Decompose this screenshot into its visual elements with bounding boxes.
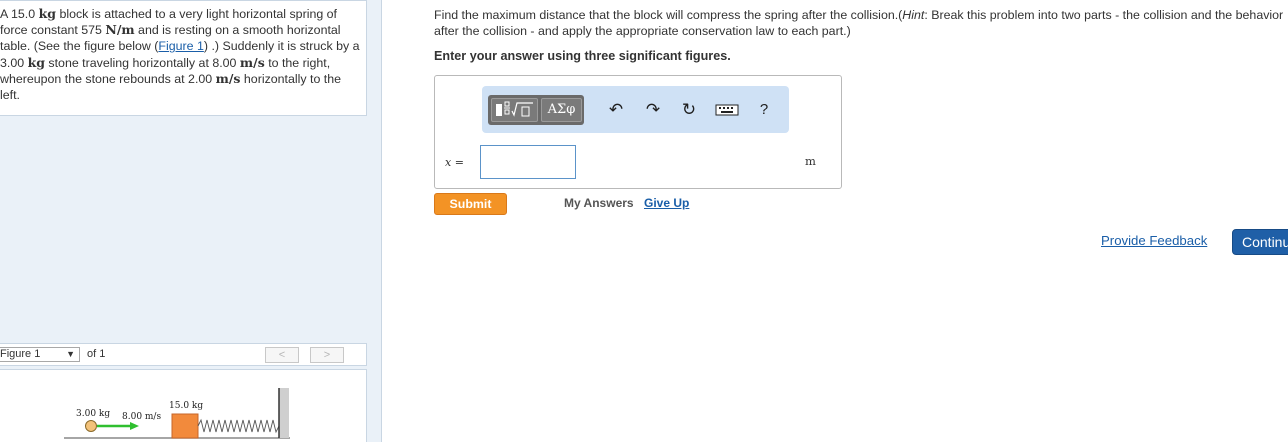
answer-input[interactable] xyxy=(480,145,576,179)
stone-mass-label: 3.00 kg xyxy=(76,409,110,419)
unit-kg: kg xyxy=(27,54,45,70)
hint-label: Hint xyxy=(902,8,925,22)
panel-divider xyxy=(381,0,382,442)
help-icon: ? xyxy=(759,101,769,118)
unit-kg: kg xyxy=(38,6,56,21)
figure-count-label: of 1 xyxy=(87,348,106,360)
keyboard-button[interactable] xyxy=(714,98,740,122)
reset-button[interactable]: ↻ xyxy=(678,98,700,122)
unit-n-per-m: N/m xyxy=(105,22,135,38)
spring xyxy=(197,418,280,434)
submit-button[interactable]: Submit xyxy=(434,193,507,215)
instruction-text: Enter your answer using three significan… xyxy=(434,49,731,63)
equals-sign: = xyxy=(451,156,464,169)
figure-navigation: Figure 1 ▼ of 1 < > xyxy=(0,343,367,366)
figure-select-value: Figure 1 xyxy=(0,348,41,360)
keyboard-icon xyxy=(715,104,739,116)
redo-button[interactable]: ↷ xyxy=(642,98,664,122)
fraction-radical-template-icon xyxy=(496,101,533,117)
give-up-link[interactable]: Give Up xyxy=(644,196,689,210)
block-15kg xyxy=(171,413,199,439)
undo-button[interactable]: ↶ xyxy=(605,98,627,122)
unit-m-per-s: m/s xyxy=(239,54,265,70)
question-text: Find the maximum distance that the block… xyxy=(434,7,1288,39)
math-toolbar: ΑΣφ ↶ ↷ ↻ ? xyxy=(482,86,789,133)
chevron-left-icon: < xyxy=(278,349,286,361)
stone-ball xyxy=(85,420,97,432)
stone-speed-label: 8.00 m/s xyxy=(122,412,161,422)
toolbar-template-group: ΑΣφ xyxy=(488,95,584,125)
question-body: Find the maximum distance that the block… xyxy=(434,8,903,22)
wall xyxy=(279,388,289,438)
problem-text: A 15.0 xyxy=(0,7,39,21)
help-button[interactable]: ? xyxy=(753,98,775,122)
collision-figure: 3.00 kg 8.00 m/s 15.0 kg xyxy=(64,388,290,439)
previous-figure-button[interactable]: < xyxy=(265,347,299,363)
unit-m-per-s: m/s xyxy=(215,70,241,86)
template-button[interactable] xyxy=(491,98,538,122)
figure-link[interactable]: Figure 1 xyxy=(158,39,203,53)
continue-button[interactable]: Continue xyxy=(1232,229,1288,255)
answer-panel: ΑΣφ ↶ ↷ ↻ ? x = m xyxy=(434,75,842,189)
chevron-right-icon: > xyxy=(323,349,331,361)
figure-select[interactable]: Figure 1 ▼ xyxy=(0,347,80,362)
my-answers-link[interactable]: My Answers xyxy=(564,196,634,210)
next-figure-button[interactable]: > xyxy=(310,347,344,363)
reset-icon: ↻ xyxy=(681,100,697,119)
answer-variable-label: x = xyxy=(445,156,464,169)
redo-icon: ↷ xyxy=(645,100,661,119)
block-mass-label: 15.0 kg xyxy=(169,401,203,411)
greek-label: ΑΣφ xyxy=(547,102,576,117)
arrow-head xyxy=(130,422,139,430)
left-panel: A 15.0 kg block is attached to a very li… xyxy=(0,0,382,442)
answer-unit: m xyxy=(805,154,816,168)
figure-area: 3.00 kg 8.00 m/s 15.0 kg xyxy=(0,369,367,442)
problem-text: stone traveling horizontally at 8.00 xyxy=(44,55,240,70)
problem-statement: A 15.0 kg block is attached to a very li… xyxy=(0,0,367,116)
provide-feedback-link[interactable]: Provide Feedback xyxy=(1101,233,1207,248)
greek-symbols-button[interactable]: ΑΣφ xyxy=(541,98,582,122)
dropdown-caret-icon: ▼ xyxy=(66,349,75,359)
undo-icon: ↶ xyxy=(608,100,624,119)
